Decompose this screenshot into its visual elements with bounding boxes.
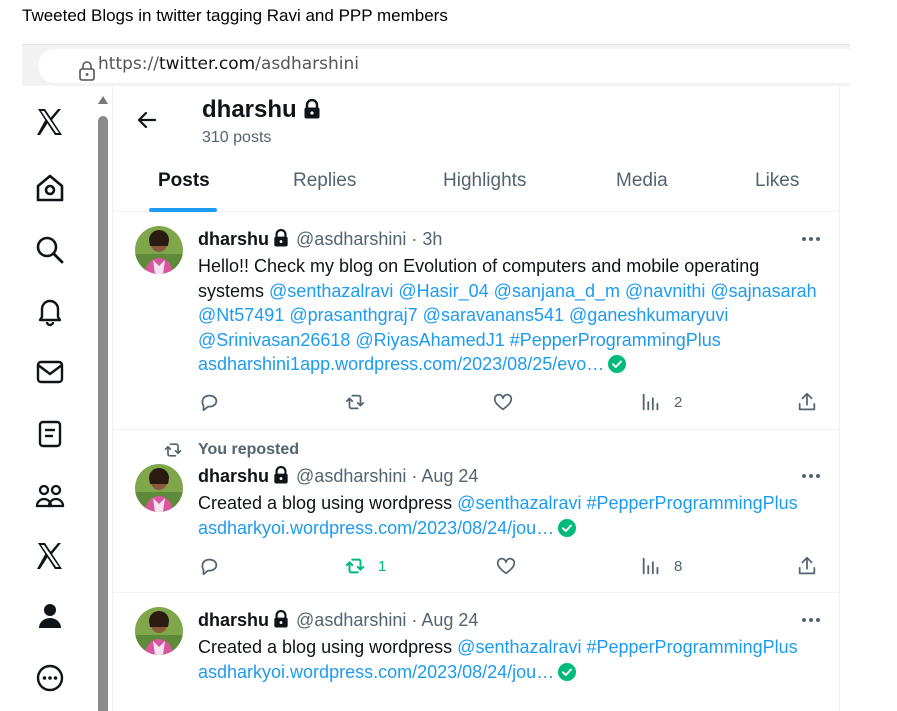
url-text[interactable]: https://twitter.com/asdharshini: [98, 54, 359, 74]
url-domain: twitter.com: [158, 54, 256, 74]
tweet-mentions[interactable]: @senthazalravi #PepperProgrammingPlus: [457, 493, 797, 513]
tweet-header: dharshu @asdharshini · Aug 24: [198, 610, 478, 631]
more-icon[interactable]: [34, 662, 66, 694]
back-arrow-icon[interactable]: [135, 108, 159, 132]
view-count: 8: [674, 557, 683, 575]
scrollbar-thumb[interactable]: [98, 116, 108, 711]
tab-replies[interactable]: Replies: [293, 170, 356, 192]
author-handle[interactable]: @asdharshini: [296, 610, 406, 630]
view-count: 2: [674, 393, 683, 411]
more-options-icon[interactable]: [801, 236, 821, 242]
tweet-header: dharshu @asdharshini · 3h: [198, 229, 442, 250]
profile-header-name: dharshu: [202, 96, 321, 124]
repost-count: 1: [378, 557, 387, 575]
more-options-icon[interactable]: [801, 473, 821, 479]
scroll-up-arrow-icon[interactable]: [98, 96, 108, 104]
repost-icon: [345, 394, 365, 410]
author-handle[interactable]: @asdharshini: [296, 466, 406, 486]
author-name[interactable]: dharshu: [198, 466, 269, 486]
author-name[interactable]: dharshu: [198, 229, 269, 249]
profile-tabs: Posts Replies Highlights Media Likes: [113, 156, 841, 212]
repost-button[interactable]: [344, 391, 366, 415]
tweet[interactable]: dharshu @asdharshini · 3h Hello!! Check …: [113, 212, 841, 430]
author-handle[interactable]: @asdharshini: [296, 229, 406, 249]
heart-icon: [496, 557, 516, 575]
tweet-text-plain: Created a blog using wordpress: [198, 493, 453, 513]
x-logo-icon[interactable]: [34, 106, 66, 138]
tab-media[interactable]: Media: [616, 170, 668, 192]
share-icon: [798, 556, 816, 575]
tweet-actions: 1 8: [198, 555, 818, 579]
reply-button[interactable]: [198, 391, 220, 415]
protected-lock-icon: [274, 229, 288, 247]
avatar[interactable]: [135, 226, 183, 274]
reply-button[interactable]: [198, 555, 220, 579]
reply-icon: [201, 394, 218, 412]
tweet[interactable]: dharshu @asdharshini · Aug 24 Created a …: [113, 593, 841, 711]
avatar[interactable]: [135, 607, 183, 655]
sidebar-nav: [22, 92, 82, 711]
tab-posts[interactable]: Posts: [158, 170, 210, 192]
tab-highlights[interactable]: Highlights: [443, 170, 526, 192]
protected-lock-icon: [304, 99, 320, 119]
views-button[interactable]: 2: [640, 391, 682, 415]
repost-icon: [164, 443, 182, 457]
home-icon[interactable]: [34, 172, 66, 204]
scrollbar[interactable]: [96, 92, 110, 711]
tweet-time[interactable]: · 3h: [411, 229, 442, 249]
tweet[interactable]: You reposted dharshu @asdharshini · Aug …: [113, 430, 841, 593]
like-button[interactable]: [495, 555, 517, 579]
tweet-link[interactable]: asdharkyoi.wordpress.com/2023/08/24/jou…: [198, 662, 554, 682]
more-options-icon[interactable]: [801, 617, 821, 623]
repost-button[interactable]: 1: [344, 555, 386, 579]
share-button[interactable]: [796, 555, 818, 579]
reply-icon: [201, 558, 218, 576]
profile-icon[interactable]: [34, 600, 66, 632]
tweet-text-plain: Created a blog using wordpress: [198, 637, 453, 657]
tweet-text: Created a blog using wordpress @senthaza…: [198, 491, 828, 540]
checkmark-badge-icon: [558, 518, 577, 537]
profile-name: dharshu: [202, 96, 297, 123]
padlock-icon: [79, 61, 95, 81]
premium-x-icon[interactable]: [34, 540, 66, 572]
notifications-icon[interactable]: [34, 295, 66, 327]
analytics-icon: [642, 393, 659, 411]
share-button[interactable]: [796, 391, 818, 415]
post-count: 310 posts: [202, 129, 272, 146]
avatar[interactable]: [135, 464, 183, 512]
heart-icon: [493, 393, 513, 411]
checkmark-badge-icon: [608, 355, 627, 373]
url-path: /asdharshini: [255, 54, 359, 74]
tweet-time[interactable]: · Aug 24: [411, 610, 478, 630]
url-prefix: https://: [98, 54, 159, 74]
communities-icon[interactable]: [34, 480, 66, 512]
views-button[interactable]: 8: [640, 555, 682, 579]
protected-lock-icon: [274, 610, 288, 628]
tweet-header: dharshu @asdharshini · Aug 24: [198, 466, 478, 487]
search-icon[interactable]: [34, 234, 66, 266]
analytics-icon: [642, 557, 659, 575]
tweet-mentions[interactable]: @senthazalravi #PepperProgrammingPlus: [457, 637, 797, 657]
tab-likes[interactable]: Likes: [755, 170, 799, 192]
messages-icon[interactable]: [34, 356, 66, 388]
tweet-actions: 2: [198, 391, 818, 415]
lists-icon[interactable]: [34, 418, 66, 450]
screenshot-caption: Tweeted Blogs in twitter tagging Ravi an…: [22, 6, 448, 25]
tweet-mentions[interactable]: @senthazalravi @Hasir_04 @sanjana_d_m @n…: [198, 281, 817, 350]
tweet-link[interactable]: asdharshini1app.wordpress.com/2023/08/25…: [198, 354, 604, 374]
tweet-text: Hello!! Check my blog on Evolution of co…: [198, 254, 828, 377]
protected-lock-icon: [274, 466, 288, 484]
repost-note: You reposted: [198, 441, 300, 458]
profile-timeline: dharshu 310 posts Posts Replies Highligh…: [112, 86, 841, 711]
author-name[interactable]: dharshu: [198, 610, 269, 630]
checkmark-badge-icon: [558, 662, 577, 681]
tweet-time[interactable]: · Aug 24: [411, 466, 478, 486]
like-button[interactable]: [492, 391, 514, 415]
share-icon: [798, 392, 816, 411]
repost-icon: [345, 558, 365, 574]
tweet-text: Created a blog using wordpress @senthaza…: [198, 635, 828, 684]
tweet-link[interactable]: asdharkyoi.wordpress.com/2023/08/24/jou…: [198, 518, 554, 538]
